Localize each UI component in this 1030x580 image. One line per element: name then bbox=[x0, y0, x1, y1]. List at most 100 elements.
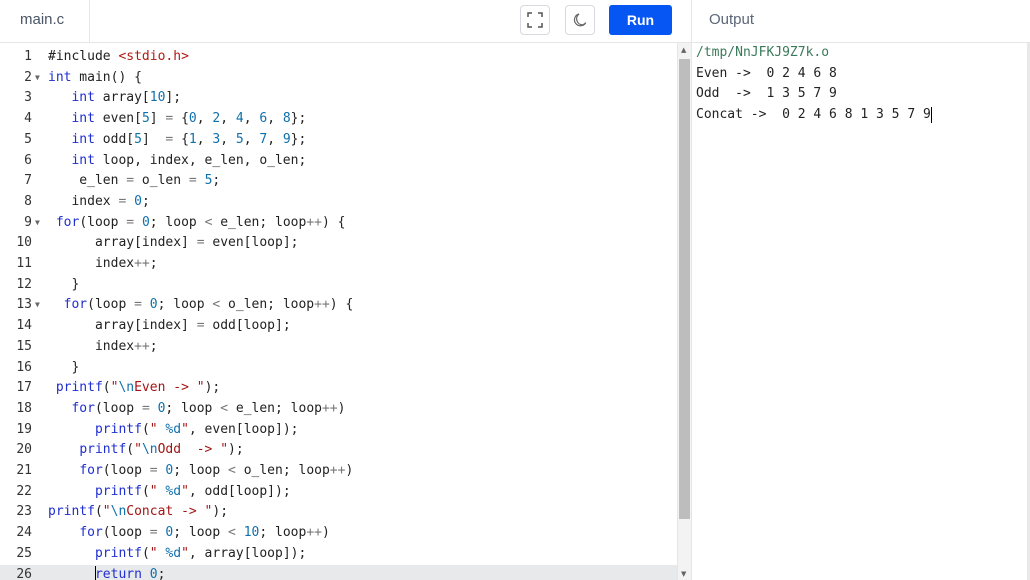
line-number: 11 bbox=[16, 256, 32, 271]
code-text: return 0; bbox=[94, 566, 166, 580]
theme-toggle-button[interactable] bbox=[565, 5, 595, 35]
text-cursor bbox=[930, 106, 932, 123]
output-concat-text: Concat -> 0 2 4 6 8 1 3 5 7 9 bbox=[696, 107, 931, 123]
code-line[interactable]: 17 printf("\nEven -> "); bbox=[0, 378, 677, 399]
code-text: for(loop = 0; loop < o_len; loop++) bbox=[79, 463, 354, 478]
code-line[interactable]: 19 printf(" %d", even[loop]); bbox=[0, 420, 677, 441]
code-line[interactable]: 25 printf(" %d", array[loop]); bbox=[0, 544, 677, 565]
code-text: index = 0; bbox=[48, 193, 150, 209]
line-number: 19 bbox=[16, 421, 32, 437]
line-number: 15 bbox=[16, 338, 32, 354]
code-text: printf("\nOdd -> "); bbox=[79, 442, 244, 458]
output-line-even: Even -> 0 2 4 6 8 bbox=[696, 65, 837, 81]
code-line[interactable]: 9 ▼ for(loop = 0; loop < e_len; loop++) { bbox=[0, 213, 677, 234]
fullscreen-button[interactable] bbox=[520, 5, 550, 35]
code-text: printf(" %d", array[loop]); bbox=[94, 545, 307, 561]
code-text: index++; bbox=[48, 256, 158, 271]
code-text: #include <stdio.h> bbox=[48, 49, 189, 64]
line-number: 22 bbox=[16, 483, 32, 499]
line-number: 25 bbox=[16, 545, 32, 561]
fold-arrow-icon[interactable]: ▼ bbox=[35, 213, 40, 234]
editor-scrollbar[interactable]: ▲ ▼ bbox=[677, 43, 691, 580]
code-line[interactable]: 8 index = 0; bbox=[0, 192, 677, 213]
code-text: printf("\nConcat -> "); bbox=[48, 504, 229, 520]
line-number: 5 bbox=[24, 131, 32, 147]
file-tab-main-c[interactable]: main.c bbox=[0, 0, 90, 42]
code-line[interactable]: 18 for(loop = 0; loop < e_len; loop++) bbox=[0, 399, 677, 420]
code-line[interactable]: 26 return 0; bbox=[0, 564, 677, 580]
line-number: 14 bbox=[16, 318, 32, 334]
file-tab-label: main.c bbox=[20, 11, 65, 28]
line-number: 13 bbox=[16, 297, 32, 313]
code-editor[interactable]: 1 #include <stdio.h> 2 ▼ int main() {3 int a… bbox=[0, 43, 677, 580]
code-line[interactable]: 7 e_len = o_len = 5; bbox=[0, 171, 677, 192]
code-text: for(loop = 0; loop < e_len; loop++) bbox=[71, 400, 346, 416]
code-text: int even[5] = {0, 2, 4, 6, 8}; bbox=[71, 111, 307, 127]
code-text: for(loop = 0; loop < 10; loop++) bbox=[79, 525, 330, 541]
line-number: 7 bbox=[24, 173, 32, 189]
code-line[interactable]: 24 for(loop = 0; loop < 10; loop++) bbox=[0, 523, 677, 544]
code-text: } bbox=[48, 359, 80, 375]
code-line[interactable]: 16 } bbox=[0, 358, 677, 379]
output-pane: /tmp/NnJFKJ9Z7k.o Even -> 0 2 4 6 8 Odd … bbox=[691, 43, 1030, 580]
line-number: 6 bbox=[24, 152, 32, 168]
code-line[interactable]: 10 array[index] = even[loop]; bbox=[0, 233, 677, 254]
fold-arrow-icon[interactable]: ▼ bbox=[35, 68, 40, 89]
line-number: 8 bbox=[24, 193, 32, 209]
line-number: 16 bbox=[16, 359, 32, 375]
code-line[interactable]: 15 index++; bbox=[0, 337, 677, 358]
code-line[interactable]: 6 int loop, index, e_len, o_len; bbox=[0, 151, 677, 172]
line-number: 21 bbox=[16, 463, 32, 478]
scrollbar-thumb[interactable] bbox=[679, 59, 690, 519]
output-line-concat: Concat -> 0 2 4 6 8 1 3 5 7 9 bbox=[696, 105, 932, 126]
code-line[interactable]: 12 } bbox=[0, 275, 677, 296]
code-line[interactable]: 13 ▼ for(loop = 0; loop < o_len; loop++) … bbox=[0, 295, 677, 316]
code-text: } bbox=[48, 276, 80, 292]
scroll-down-arrow-icon[interactable]: ▼ bbox=[681, 570, 686, 578]
code-line[interactable]: 20 printf("\nOdd -> "); bbox=[0, 440, 677, 461]
code-line[interactable]: 5 int odd[5] = {1, 3, 5, 7, 9}; bbox=[0, 130, 677, 151]
fold-arrow-icon[interactable]: ▼ bbox=[35, 295, 40, 316]
code-text: e_len = o_len = 5; bbox=[48, 173, 221, 189]
output-line-path: /tmp/NnJFKJ9Z7k.o bbox=[696, 45, 830, 60]
code-line[interactable]: 11 index++; bbox=[0, 254, 677, 275]
output-line-odd: Odd -> 1 3 5 7 9 bbox=[696, 86, 837, 102]
line-number: 20 bbox=[16, 442, 32, 458]
code-text: int loop, index, e_len, o_len; bbox=[71, 152, 307, 168]
code-text: array[index] = odd[loop]; bbox=[48, 318, 291, 334]
line-number: 24 bbox=[16, 525, 32, 541]
code-text: printf(" %d", even[loop]); bbox=[94, 421, 299, 437]
line-number: 12 bbox=[16, 276, 32, 292]
line-number: 17 bbox=[16, 380, 32, 396]
line-number: 2 bbox=[24, 69, 32, 85]
code-text: index++; bbox=[48, 338, 158, 354]
code-line[interactable]: 21 for(loop = 0; loop < o_len; loop++) bbox=[0, 461, 677, 482]
moon-icon bbox=[573, 13, 587, 27]
line-number: 26 bbox=[16, 566, 32, 580]
code-text: printf(" %d", odd[loop]); bbox=[94, 483, 291, 499]
code-text: int array[10]; bbox=[71, 90, 182, 106]
code-text: int odd[5] = {1, 3, 5, 7, 9}; bbox=[71, 131, 307, 147]
line-number: 23 bbox=[16, 504, 32, 520]
run-button[interactable]: Run bbox=[609, 5, 672, 35]
line-number: 3 bbox=[24, 90, 32, 106]
code-text: printf("\nEven -> "); bbox=[55, 380, 221, 396]
scroll-up-arrow-icon[interactable]: ▲ bbox=[681, 46, 686, 54]
code-line[interactable]: 22 printf(" %d", odd[loop]); bbox=[0, 482, 677, 503]
code-line[interactable]: 23 printf("\nConcat -> "); bbox=[0, 502, 677, 523]
fullscreen-icon bbox=[527, 12, 543, 28]
line-number: 18 bbox=[16, 400, 32, 416]
line-number: 10 bbox=[16, 235, 32, 251]
code-line[interactable]: 1 #include <stdio.h> bbox=[0, 47, 677, 68]
code-line[interactable]: 3 int array[10]; bbox=[0, 88, 677, 109]
top-toolbar: main.c Run Output bbox=[0, 0, 1030, 43]
code-line[interactable]: 4 int even[5] = {0, 2, 4, 6, 8}; bbox=[0, 109, 677, 130]
line-number: 9 bbox=[24, 214, 32, 230]
code-line[interactable]: 2 ▼ int main() { bbox=[0, 68, 677, 89]
code-line[interactable]: 14 array[index] = odd[loop]; bbox=[0, 316, 677, 337]
code-text: for(loop = 0; loop < o_len; loop++) { bbox=[63, 297, 354, 313]
code-text: int main() { bbox=[48, 69, 142, 85]
code-text: array[index] = even[loop]; bbox=[48, 235, 299, 251]
output-header: Output bbox=[691, 0, 1030, 42]
code-text: for(loop = 0; loop < e_len; loop++) { bbox=[55, 214, 346, 230]
